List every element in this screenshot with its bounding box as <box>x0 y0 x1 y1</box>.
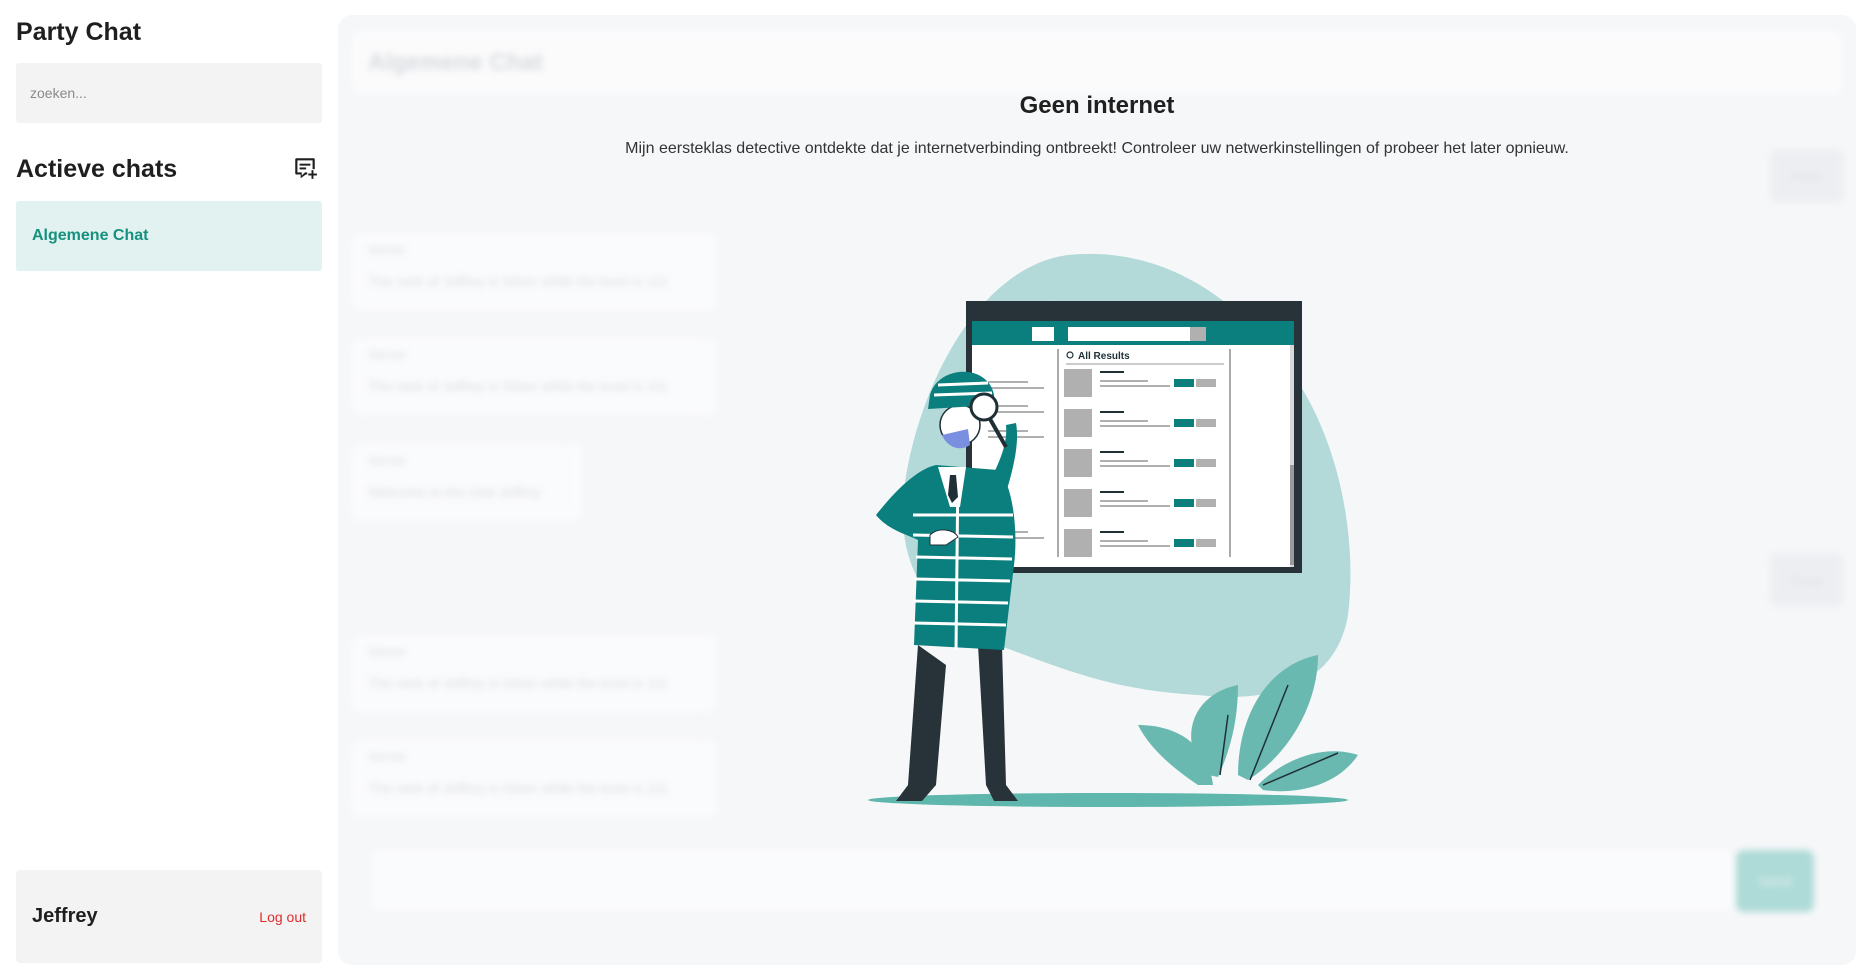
search-input[interactable] <box>16 63 322 123</box>
new-chat-icon[interactable] <box>292 155 318 181</box>
send-button[interactable]: Send <box>1736 850 1814 912</box>
active-chats-title: Actieve chats <box>16 155 178 183</box>
chat-item-algemene-chat[interactable]: Algemene Chat <box>16 201 322 271</box>
offline-title: Geen internet <box>1019 92 1175 119</box>
message: Server The rank of Jeffrey is Silver whi… <box>352 636 716 712</box>
reply-button[interactable]: Reply <box>1770 553 1844 607</box>
chat-panel: Algemene Chat Reply Server The rank of J… <box>338 15 1856 965</box>
message-text: The rank of Jeffrey is Silver while the … <box>368 273 669 289</box>
sidebar: Party Chat Actieve chats Algemene Chat J… <box>0 0 340 976</box>
detective-illustration: All Results <box>868 253 1358 807</box>
logout-link[interactable]: Log out <box>259 909 306 925</box>
illustration-label: All Results <box>1078 351 1130 362</box>
user-name: Jeffrey <box>32 905 98 927</box>
message-sender: Server <box>368 453 407 468</box>
chat-item-label: Algemene Chat <box>32 227 149 244</box>
offline-description: Mijn eersteklas detective ontdekte dat j… <box>625 140 1569 157</box>
message-sender: Server <box>368 749 407 764</box>
message: Server The rank of Jeffrey is Silver whi… <box>352 339 716 415</box>
message-text: Welcome to the chat Jeffrey <box>368 484 542 500</box>
message-text: The rank of Jeffrey is Silver while the … <box>368 675 669 691</box>
message: Server The rank of Jeffrey is Silver whi… <box>352 741 716 817</box>
user-card: Jeffrey Log out <box>16 870 322 963</box>
message: Server The rank of Jeffrey is Silver whi… <box>352 234 716 310</box>
message-text: The rank of Jeffrey is Silver while the … <box>368 378 669 394</box>
message-sender: Server <box>368 242 407 257</box>
chat-header-title: Algemene Chat <box>352 31 1842 95</box>
message-sender: Server <box>368 644 407 659</box>
message-sender: Server <box>368 347 407 362</box>
app-title: Party Chat <box>16 18 142 46</box>
message-input[interactable] <box>372 850 1732 910</box>
message: Server Welcome to the chat Jeffrey <box>352 445 582 521</box>
message-text: The rank of Jeffrey is Silver while the … <box>368 780 669 796</box>
